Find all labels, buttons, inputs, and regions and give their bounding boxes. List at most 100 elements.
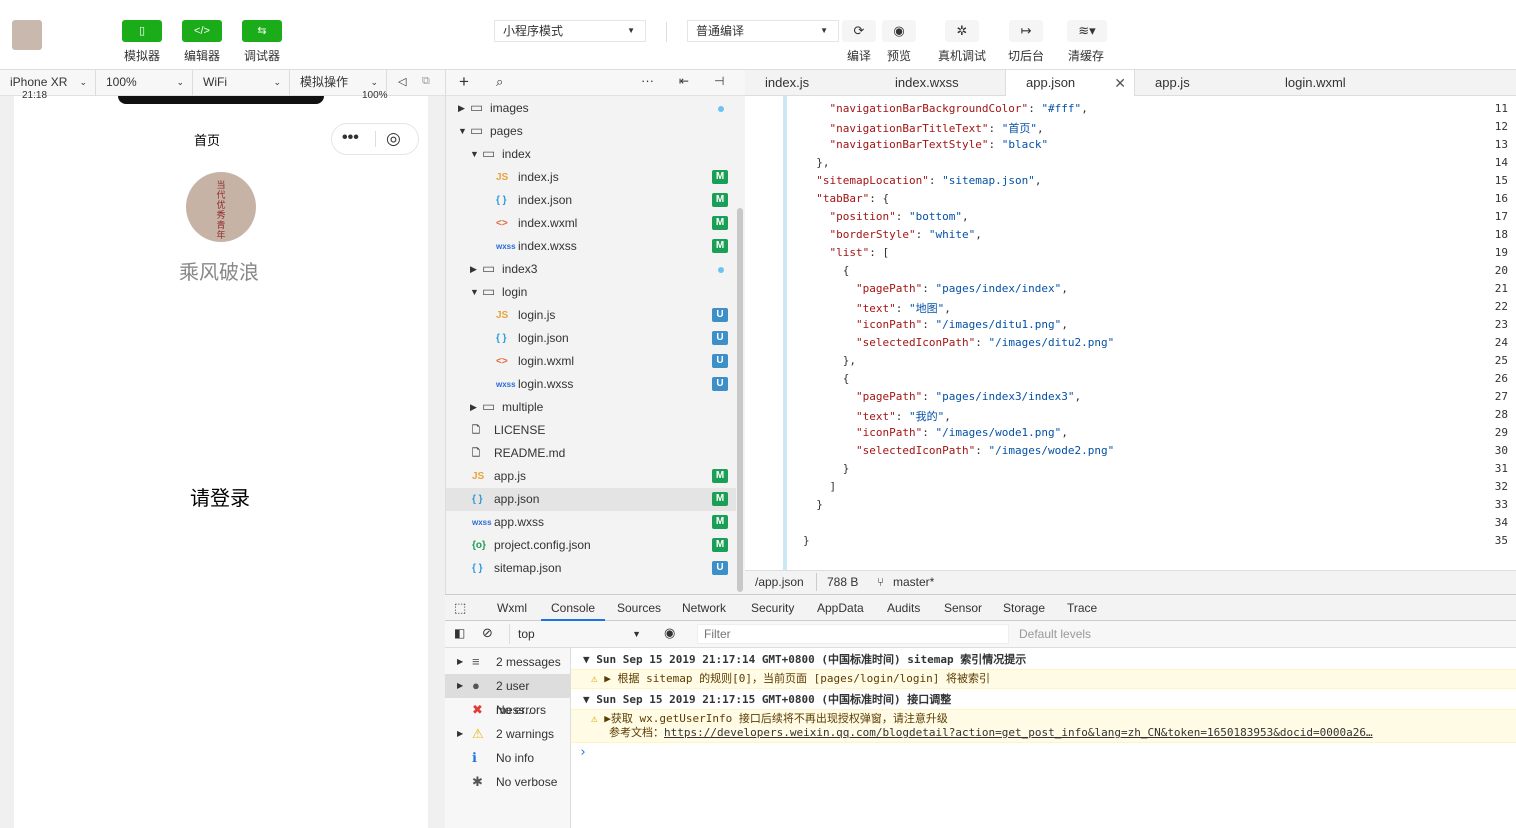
editor-tab[interactable]: login.wxml <box>1265 70 1405 96</box>
tree-item-pages[interactable]: ▼ ▭ pages <box>446 120 736 143</box>
collapsed-arrow-icon[interactable]: ▶ <box>470 258 477 281</box>
console-filter-input[interactable] <box>697 624 1009 644</box>
tree-item-login-wxml[interactable]: <> login.wxml U <box>446 350 736 373</box>
compile-button[interactable]: ⟳ <box>842 20 876 42</box>
search-icon[interactable]: ⌕ <box>496 74 503 90</box>
window-icon[interactable]: ⧉ <box>422 75 430 88</box>
more-icon[interactable]: ••• <box>342 129 359 147</box>
tree-item-index-json[interactable]: { } index.json M <box>446 189 736 212</box>
triangle-right-icon[interactable]: ▶ <box>457 722 463 746</box>
tree-item-multiple[interactable]: ▶ ▭ multiple <box>446 396 736 419</box>
editor-toggle-button[interactable]: </> <box>182 20 222 42</box>
doc-link[interactable]: https://developers.weixin.qq.com/blogdet… <box>664 726 1373 739</box>
tree-item-login-wxss[interactable]: wxss login.wxss U <box>446 373 736 396</box>
tree-item-login[interactable]: ▼ ▭ login <box>446 281 736 304</box>
line-number: 12 <box>1494 120 1508 133</box>
triangle-right-icon[interactable]: ▶ <box>604 712 611 725</box>
editor-tab[interactable]: app.json ✕ <box>1005 70 1135 97</box>
tree-item-readme-md[interactable]: 🗋 README.md <box>446 442 736 465</box>
tree-item-license[interactable]: 🗋 LICENSE <box>446 419 736 442</box>
outdent-icon[interactable]: ⇤ <box>679 74 689 88</box>
branch-name[interactable]: master* <box>893 571 934 593</box>
line-number: 26 <box>1494 372 1508 385</box>
network-select[interactable]: WiFi ⌄ <box>193 70 290 96</box>
tree-item-index-wxml[interactable]: <> index.wxml M <box>446 212 736 235</box>
debugger-toggle-button[interactable]: ⇆ <box>242 20 282 42</box>
volume-icon[interactable]: ◁ <box>398 75 406 88</box>
zoom-select[interactable]: 100% ⌄ <box>96 70 193 96</box>
console-filter-item[interactable]: ▶ ● 2 user mess... <box>445 674 571 717</box>
js-file-icon: JS <box>472 471 485 482</box>
profile-avatar[interactable]: 当代优秀青年 <box>186 172 256 242</box>
console-filter-item[interactable]: ✖ No errors <box>445 698 571 722</box>
code-editor[interactable]: 11 "navigationBarBackgroundColor": "#fff… <box>745 96 1516 570</box>
clear-console-icon[interactable]: ⊘ <box>482 625 493 641</box>
triangle-right-icon[interactable]: ▶ <box>457 674 463 698</box>
clear-cache-button[interactable]: ≋▾ <box>1067 20 1107 42</box>
compile-select[interactable]: 普通编译 ▼ <box>687 20 839 42</box>
tree-item-project-config-json[interactable]: {o} project.config.json M <box>446 534 736 557</box>
close-mini-program-icon[interactable]: ◎ <box>386 129 401 149</box>
login-button[interactable]: 请登录 <box>190 482 250 511</box>
inspect-icon[interactable]: ⬚ <box>454 600 466 616</box>
devtools-tab-wxml[interactable]: Wxml <box>497 595 527 621</box>
devtools-tab-storage[interactable]: Storage <box>1003 595 1045 621</box>
devtools-tab-network[interactable]: Network <box>682 595 726 621</box>
log-levels-select[interactable]: Default levels <box>1019 627 1091 641</box>
tree-item-index-wxss[interactable]: wxss index.wxss M <box>446 235 736 258</box>
devtools-tab-audits[interactable]: Audits <box>887 595 920 621</box>
expanded-arrow-icon[interactable]: ▼ <box>470 143 479 166</box>
console-filter-item[interactable]: ▶ ≡ 2 messages <box>445 650 571 674</box>
devtools-tab-sensor[interactable]: Sensor <box>944 595 982 621</box>
collapsed-arrow-icon[interactable]: ▶ <box>458 97 465 120</box>
message-group-sitemap[interactable]: ▼ Sun Sep 15 2019 21:17:14 GMT+0800 (中国标… <box>571 651 1516 668</box>
preview-button[interactable]: ◉ <box>882 20 916 42</box>
collapsed-arrow-icon[interactable]: ▶ <box>470 396 477 419</box>
eye-icon[interactable]: ◉ <box>664 625 675 641</box>
expanded-arrow-icon[interactable]: ▼ <box>458 120 467 143</box>
tree-item-login-json[interactable]: { } login.json U <box>446 327 736 350</box>
tree-item-sitemap-json[interactable]: { } sitemap.json U <box>446 557 736 580</box>
tree-item-index[interactable]: ▼ ▭ index <box>446 143 736 166</box>
device-value: iPhone XR <box>10 75 68 89</box>
user-avatar[interactable] <box>12 20 42 50</box>
console-filter-item[interactable]: ✱ No verbose <box>445 770 571 794</box>
switch-background-button[interactable]: ↦ <box>1009 20 1043 42</box>
tree-item-index3[interactable]: ▶ ▭ index3 <box>446 258 736 281</box>
console-filter-item[interactable]: ℹ No info <box>445 746 571 770</box>
collapse-sidebar-icon[interactable]: ⊣ <box>714 74 724 88</box>
devtools-tab-trace[interactable]: Trace <box>1067 595 1097 621</box>
tree-item-app-wxss[interactable]: wxss app.wxss M <box>446 511 736 534</box>
remote-debug-button[interactable]: ✲ <box>945 20 979 42</box>
console-prompt[interactable]: › <box>571 745 1516 760</box>
devtools-tab-appdata[interactable]: AppData <box>817 595 864 621</box>
console-filter-item[interactable]: ▶ ⚠ 2 warnings <box>445 722 571 746</box>
triangle-right-icon[interactable]: ▶ <box>457 650 463 674</box>
editor-tab[interactable]: app.js <box>1135 70 1265 96</box>
device-select[interactable]: iPhone XR ⌄ <box>0 70 96 96</box>
tree-item-index-js[interactable]: JS index.js M <box>446 166 736 189</box>
devtools-tab-sources[interactable]: Sources <box>617 595 661 621</box>
triangle-right-icon[interactable]: ▶ <box>604 672 611 685</box>
more-icon[interactable]: ··· <box>641 73 654 88</box>
tree-item-app-js[interactable]: JS app.js M <box>446 465 736 488</box>
sidebar-toggle-icon[interactable]: ◧ <box>454 626 465 640</box>
tree-scrollbar[interactable] <box>737 208 743 592</box>
tree-item-login-js[interactable]: JS login.js U <box>446 304 736 327</box>
tree-item-app-json[interactable]: { } app.json M <box>446 488 736 511</box>
line-number: 13 <box>1494 138 1508 151</box>
tree-item-images[interactable]: ▶ ▭ images <box>446 97 736 120</box>
add-icon[interactable]: + <box>459 72 469 92</box>
expanded-arrow-icon[interactable]: ▼ <box>470 281 479 304</box>
message-group-api[interactable]: ▼ Sun Sep 15 2019 21:17:15 GMT+0800 (中国标… <box>571 691 1516 708</box>
simulator-toggle-button[interactable]: ▯ <box>122 20 162 42</box>
devtools-tab-console[interactable]: Console <box>541 595 606 621</box>
line-number: 24 <box>1494 336 1508 349</box>
editor-tab[interactable]: index.js <box>745 70 875 96</box>
context-select[interactable]: top ▼ <box>509 624 649 644</box>
close-icon[interactable]: ✕ <box>1114 70 1126 96</box>
code-line: "tabBar": { <box>816 192 890 205</box>
editor-tab[interactable]: index.wxss <box>875 70 1005 96</box>
mode-select[interactable]: 小程序模式 ▼ <box>494 20 646 42</box>
devtools-tab-security[interactable]: Security <box>751 595 794 621</box>
